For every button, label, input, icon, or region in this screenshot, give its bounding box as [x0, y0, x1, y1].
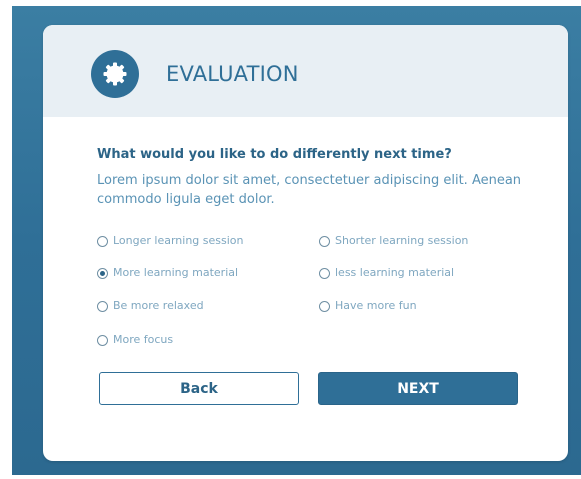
option-less-learning-material[interactable]: less learning material [319, 265, 454, 281]
radio-button[interactable] [97, 300, 108, 312]
evaluation-card: EVALUATION What would you like to do dif… [43, 25, 568, 461]
option-label: Shorter learning session [335, 234, 469, 247]
radio-button[interactable] [97, 235, 108, 247]
radio-button[interactable] [319, 300, 330, 312]
question-description: Lorem ipsum dolor sit amet, consectetuer… [97, 173, 522, 207]
option-label: Be more relaxed [113, 299, 204, 312]
question-title: What would you like to do differently ne… [97, 147, 452, 162]
radio-button-selected[interactable] [97, 267, 108, 279]
radio-button[interactable] [319, 235, 330, 247]
radio-button[interactable] [319, 267, 330, 279]
option-label: Longer learning session [113, 234, 244, 247]
next-button[interactable]: NEXT [318, 372, 518, 405]
option-be-more-relaxed[interactable]: Be more relaxed [97, 298, 204, 314]
radio-button[interactable] [97, 334, 108, 346]
back-button[interactable]: Back [99, 372, 299, 405]
option-label: Have more fun [335, 299, 417, 312]
page-title: EVALUATION [166, 62, 299, 86]
option-more-learning-material[interactable]: More learning material [97, 265, 238, 281]
card-header: EVALUATION [43, 25, 568, 117]
option-label: less learning material [335, 266, 455, 279]
option-label: More learning material [113, 266, 239, 279]
gear-icon [91, 50, 139, 98]
option-label: More focus [113, 333, 174, 346]
option-shorter-learning-session[interactable]: Shorter learning session [319, 233, 468, 249]
option-more-focus[interactable]: More focus [97, 332, 173, 348]
option-longer-learning-session[interactable]: Longer learning session [97, 233, 244, 249]
option-have-more-fun[interactable]: Have more fun [319, 298, 417, 314]
